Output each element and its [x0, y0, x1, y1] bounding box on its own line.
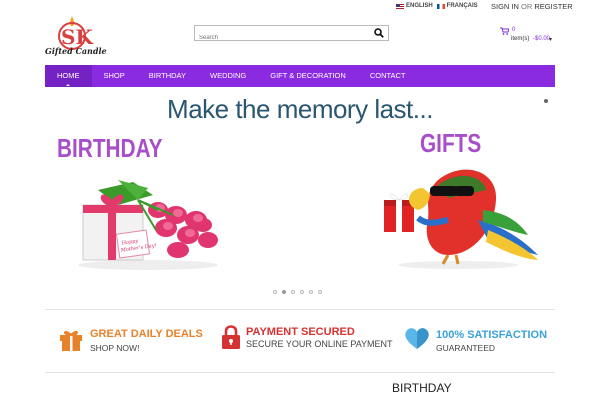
feature-subtitle: SECURE YOUR ONLINE PAYMENT [246, 339, 393, 349]
main-nav: HOME SHOP BIRTHDAY WEDDING GIFT & DECORA… [45, 65, 555, 87]
slider-pager [273, 290, 322, 294]
us-flag-icon [396, 3, 404, 9]
register-link[interactable]: REGISTER [534, 2, 572, 11]
nav-gift-decoration[interactable]: GIFT & DECORATION [258, 65, 358, 87]
lang-french-label: FRANÇAIS [446, 3, 478, 9]
cart-items-label: item(s) [511, 36, 530, 42]
divider [45, 372, 555, 373]
cart-icon [500, 27, 509, 35]
lang-english-label: ENGLISH [406, 3, 433, 9]
section-heading-birthday: BIRTHDAY [392, 381, 452, 395]
divider [45, 309, 555, 310]
nav-contact[interactable]: CONTACT [358, 65, 418, 87]
nav-shop[interactable]: SHOP [92, 65, 137, 87]
search-icon[interactable] [374, 28, 384, 38]
cart-count: 0 [512, 27, 516, 33]
hero-title: Make the memory last... [167, 94, 433, 124]
feature-subtitle: SHOP NOW! [90, 343, 140, 353]
slide-gifts-title[interactable]: GIFTS [420, 128, 481, 159]
feature-title: GREAT DAILY DEALS [90, 328, 203, 340]
search-input[interactable] [195, 31, 365, 45]
pager-dot[interactable] [273, 290, 277, 294]
pager-dot[interactable] [318, 290, 322, 294]
heart-icon [405, 328, 429, 349]
fr-flag-icon [436, 3, 445, 9]
feature-subtitle: GUARANTEED [436, 343, 496, 353]
parrot-gift-image [384, 169, 538, 269]
logo-text: Gifted Candle [45, 46, 107, 56]
feature-title: 100% SATISFACTION [436, 329, 548, 341]
hero-dot [544, 99, 548, 103]
pager-dot[interactable] [309, 290, 313, 294]
or-text: OR [521, 2, 533, 11]
nav-birthday[interactable]: BIRTHDAY [137, 65, 198, 87]
slide-birthday-title[interactable]: BIRTHDAY [57, 133, 163, 164]
sign-in-link[interactable]: SIGN IN [491, 2, 519, 11]
cart-total: -$0.00 [533, 36, 551, 42]
language-switcher: ENGLISH FRANÇAIS [396, 3, 478, 9]
feature-title: PAYMENT SECURED [246, 326, 355, 338]
nav-home[interactable]: HOME [45, 65, 92, 87]
gift-icon [60, 330, 82, 351]
lang-french[interactable]: FRANÇAIS [436, 3, 478, 9]
nav-wedding[interactable]: WEDDING [198, 65, 258, 87]
lock-icon [222, 325, 240, 349]
auth-links: SIGN IN OR REGISTER [491, 2, 573, 11]
pager-dot-active[interactable] [282, 290, 286, 294]
pager-dot[interactable] [291, 290, 295, 294]
caret-down-icon[interactable]: ▾ [549, 36, 552, 43]
search-box [194, 25, 389, 45]
lang-english[interactable]: ENGLISH [396, 3, 433, 9]
mini-cart[interactable]: 0 item(s) -$0.00 ▾ [500, 27, 560, 47]
pager-dot[interactable] [300, 290, 304, 294]
flowers-gift-image: Happy Mother's Day! [78, 180, 218, 270]
